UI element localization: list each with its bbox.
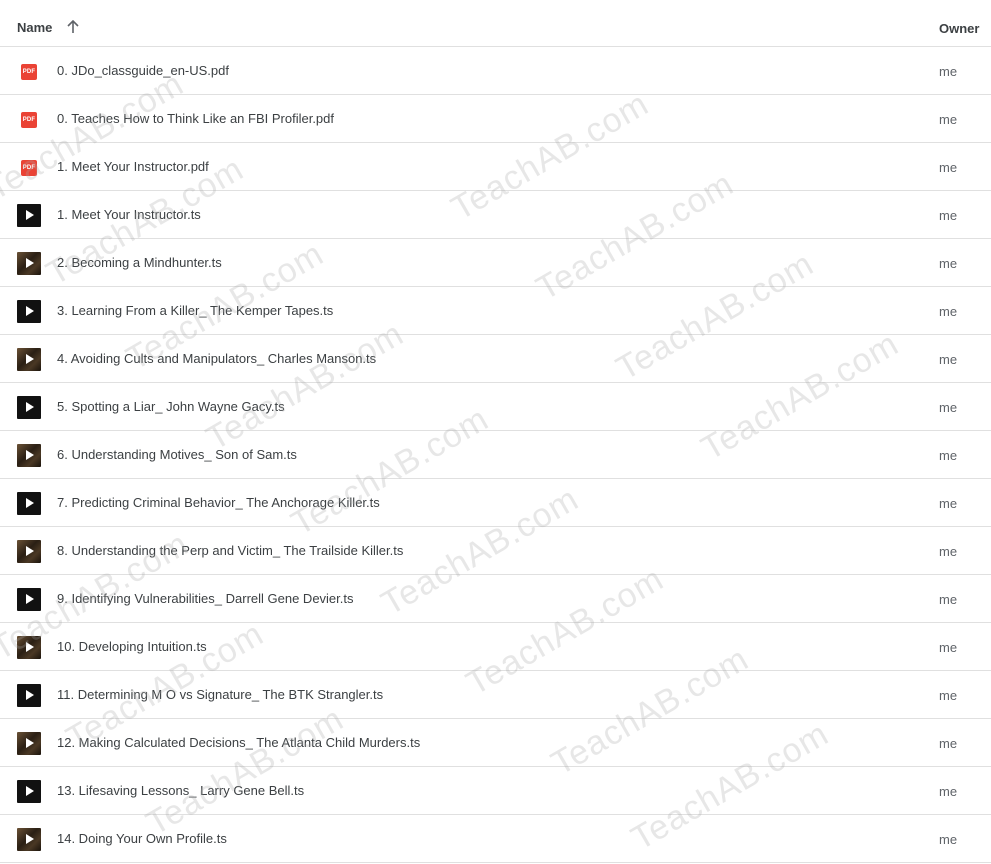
- file-owner: me: [939, 736, 958, 751]
- file-row[interactable]: PDF 1. Meet Your Instructor.pdf me: [0, 143, 991, 191]
- play-icon: [26, 354, 34, 364]
- play-icon: [26, 450, 34, 460]
- play-icon: [26, 690, 34, 700]
- play-icon: [26, 594, 34, 604]
- file-row[interactable]: 7. Predicting Criminal Behavior_ The Anc…: [0, 479, 991, 527]
- video-play-icon: [17, 684, 41, 707]
- file-row[interactable]: PDF 0. Teaches How to Think Like an FBI P…: [0, 95, 991, 143]
- file-row[interactable]: 5. Spotting a Liar_ John Wayne Gacy.ts me: [0, 383, 991, 431]
- file-name[interactable]: 4. Avoiding Cults and Manipulators_ Char…: [57, 351, 376, 366]
- file-row[interactable]: 13. Lifesaving Lessons_ Larry Gene Bell.…: [0, 767, 991, 815]
- video-thumbnail-icon: [17, 540, 41, 563]
- file-owner: me: [939, 208, 958, 223]
- pdf-icon: PDF: [21, 112, 37, 128]
- play-icon: [26, 258, 34, 268]
- play-icon: [26, 738, 34, 748]
- file-owner: me: [939, 544, 958, 559]
- file-row[interactable]: 6. Understanding Motives_ Son of Sam.ts m…: [0, 431, 991, 479]
- video-play-icon: [17, 300, 41, 323]
- list-header: Name Owner: [0, 0, 991, 47]
- video-play-icon: [17, 204, 41, 227]
- file-owner: me: [939, 592, 958, 607]
- video-thumbnail-icon: [17, 732, 41, 755]
- file-name[interactable]: 12. Making Calculated Decisions_ The Atl…: [57, 735, 420, 750]
- play-icon: [26, 402, 34, 412]
- video-play-icon: [17, 492, 41, 515]
- file-owner: me: [939, 640, 958, 655]
- file-owner: me: [939, 448, 958, 463]
- file-name[interactable]: 0. Teaches How to Think Like an FBI Prof…: [57, 111, 334, 126]
- file-owner: me: [939, 400, 958, 415]
- owner-column-header[interactable]: Owner: [939, 21, 979, 36]
- file-rows: PDF 0. JDo_classguide_en-US.pdf me PDF 0. Te…: [0, 47, 991, 863]
- video-thumbnail-icon: [17, 636, 41, 659]
- file-name[interactable]: 11. Determining M O vs Signature_ The BT…: [57, 687, 383, 702]
- file-row[interactable]: PDF 0. JDo_classguide_en-US.pdf me: [0, 47, 991, 95]
- play-icon: [26, 834, 34, 844]
- file-name[interactable]: 5. Spotting a Liar_ John Wayne Gacy.ts: [57, 399, 285, 414]
- file-row[interactable]: 12. Making Calculated Decisions_ The Atl…: [0, 719, 991, 767]
- file-name[interactable]: 1. Meet Your Instructor.pdf: [57, 159, 209, 174]
- pdf-icon: PDF: [21, 160, 37, 176]
- pdf-icon: PDF: [21, 64, 37, 80]
- file-owner: me: [939, 352, 958, 367]
- play-icon: [26, 546, 34, 556]
- file-name[interactable]: 13. Lifesaving Lessons_ Larry Gene Bell.…: [57, 783, 304, 798]
- file-row[interactable]: 1. Meet Your Instructor.ts me: [0, 191, 991, 239]
- file-name[interactable]: 7. Predicting Criminal Behavior_ The Anc…: [57, 495, 380, 510]
- file-owner: me: [939, 160, 958, 175]
- video-play-icon: [17, 780, 41, 803]
- video-thumbnail-icon: [17, 828, 41, 851]
- file-name[interactable]: 6. Understanding Motives_ Son of Sam.ts: [57, 447, 297, 462]
- file-row[interactable]: 2. Becoming a Mindhunter.ts me: [0, 239, 991, 287]
- play-icon: [26, 642, 34, 652]
- video-thumbnail-icon: [17, 348, 41, 371]
- file-owner: me: [939, 256, 958, 271]
- play-icon: [26, 306, 34, 316]
- file-owner: me: [939, 688, 958, 703]
- play-icon: [26, 498, 34, 508]
- file-name[interactable]: 0. JDo_classguide_en-US.pdf: [57, 63, 229, 78]
- video-thumbnail-icon: [17, 252, 41, 275]
- file-owner: me: [939, 832, 958, 847]
- file-owner: me: [939, 784, 958, 799]
- file-name[interactable]: 8. Understanding the Perp and Victim_ Th…: [57, 543, 403, 558]
- file-name[interactable]: 2. Becoming a Mindhunter.ts: [57, 255, 222, 270]
- play-icon: [26, 786, 34, 796]
- file-name[interactable]: 9. Identifying Vulnerabilities_ Darrell …: [57, 591, 354, 606]
- video-play-icon: [17, 396, 41, 419]
- file-row[interactable]: 4. Avoiding Cults and Manipulators_ Char…: [0, 335, 991, 383]
- file-row[interactable]: 10. Developing Intuition.ts me: [0, 623, 991, 671]
- arrow-up-icon[interactable]: [66, 20, 80, 34]
- file-owner: me: [939, 496, 958, 511]
- name-column-header[interactable]: Name: [17, 20, 52, 35]
- file-row[interactable]: 8. Understanding the Perp and Victim_ Th…: [0, 527, 991, 575]
- file-list-view: Name Owner PDF 0. JDo_classguide_en-US.pd…: [0, 0, 991, 864]
- file-row[interactable]: 14. Doing Your Own Profile.ts me: [0, 815, 991, 863]
- file-name[interactable]: 14. Doing Your Own Profile.ts: [57, 831, 227, 846]
- video-thumbnail-icon: [17, 444, 41, 467]
- file-row[interactable]: 9. Identifying Vulnerabilities_ Darrell …: [0, 575, 991, 623]
- file-owner: me: [939, 64, 958, 79]
- video-play-icon: [17, 588, 41, 611]
- file-name[interactable]: 1. Meet Your Instructor.ts: [57, 207, 201, 222]
- file-row[interactable]: 11. Determining M O vs Signature_ The BT…: [0, 671, 991, 719]
- file-owner: me: [939, 304, 958, 319]
- file-name[interactable]: 10. Developing Intuition.ts: [57, 639, 207, 654]
- play-icon: [26, 210, 34, 220]
- file-row[interactable]: 3. Learning From a Killer_ The Kemper Ta…: [0, 287, 991, 335]
- file-name[interactable]: 3. Learning From a Killer_ The Kemper Ta…: [57, 303, 333, 318]
- file-owner: me: [939, 112, 958, 127]
